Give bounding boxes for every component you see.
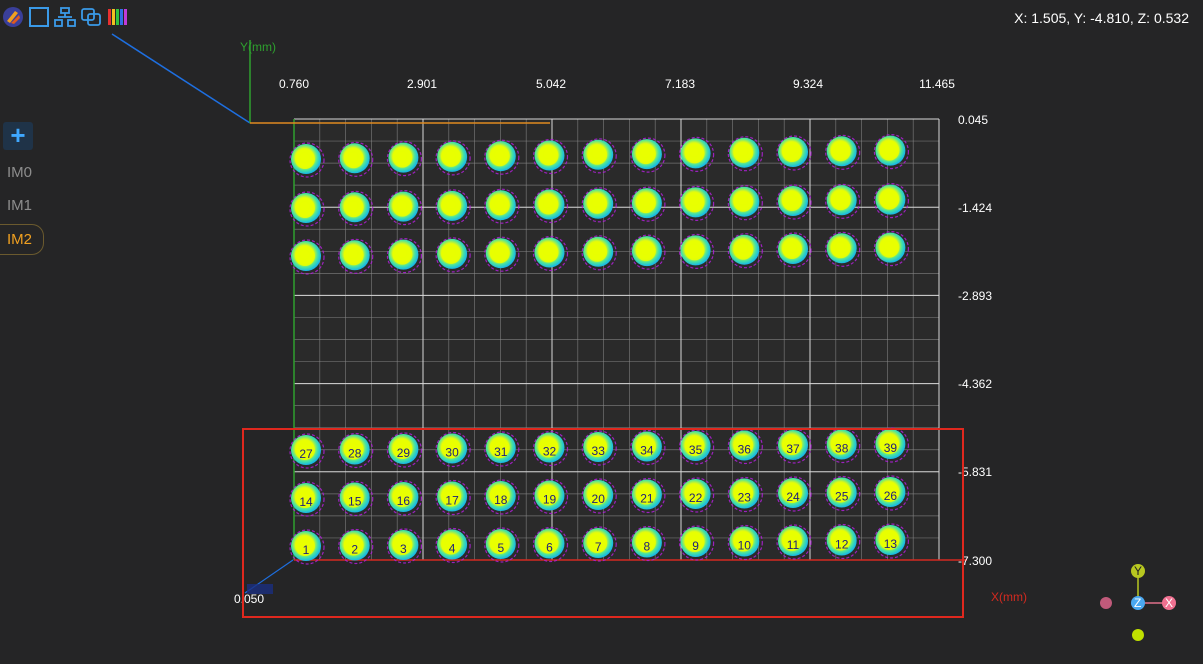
- dot-number-label: 38: [835, 442, 849, 456]
- x-tick-label: 0.760: [279, 77, 309, 91]
- dot-number-label: 35: [689, 443, 703, 457]
- dot-number-label: 26: [884, 489, 898, 503]
- dot-number-label: 10: [738, 539, 752, 553]
- point-cloud-viewport[interactable]: Y(mm) 0.760 2.901 5.042 7.183 9.324 11.465 0.…: [0, 0, 1203, 664]
- dot-number-label: 37: [786, 442, 800, 456]
- dot-number-label: 15: [348, 495, 362, 509]
- dot-number-label: 4: [449, 542, 456, 556]
- dot-number-label: 36: [738, 443, 752, 457]
- dot-number-label: 5: [497, 541, 504, 555]
- dot-number-label: 3: [400, 542, 407, 556]
- x-tick-label: 2.901: [407, 77, 437, 91]
- dot-number-label: 12: [835, 538, 849, 552]
- dot-number-label: 14: [299, 495, 313, 509]
- y-tick-label: 0.045: [958, 113, 988, 127]
- dot-number-label: 34: [640, 444, 654, 458]
- y-tick-label: -1.424: [958, 201, 992, 215]
- dot-number-label: 13: [884, 537, 898, 551]
- x-tick-label: 9.324: [793, 77, 823, 91]
- svg-text:X: X: [1165, 596, 1173, 610]
- dot-number-label: 22: [689, 491, 703, 505]
- gizmo-neg-y-icon[interactable]: [1132, 629, 1144, 641]
- dot-number-label: 16: [397, 494, 411, 508]
- dot-number-label: 1: [303, 543, 310, 557]
- dot-number-label: 21: [640, 492, 654, 506]
- svg-text:Y: Y: [1134, 564, 1142, 578]
- dot-number-label: 29: [397, 446, 411, 460]
- y-axis-label: Y(mm): [240, 40, 276, 54]
- dot-number-label: 32: [543, 445, 557, 459]
- dot-number-label: 30: [445, 446, 459, 460]
- dot-number-label: 27: [299, 447, 313, 461]
- dot-number-label: 6: [546, 541, 553, 555]
- dot-number-label: 28: [348, 447, 362, 461]
- dot-number-label: 24: [786, 490, 800, 504]
- x-tick-labels: 0.760 2.901 5.042 7.183 9.324 11.465: [279, 77, 955, 91]
- origin-label: 0.050: [234, 592, 264, 606]
- gizmo-neg-x-icon[interactable]: [1100, 597, 1112, 609]
- dot-number-label: 9: [692, 539, 699, 553]
- x-axis-label: X(mm): [991, 590, 1027, 604]
- x-tick-label: 7.183: [665, 77, 695, 91]
- y-tick-label: -4.362: [958, 377, 992, 391]
- dot-number-label: 19: [543, 493, 557, 507]
- dot-number-label: 17: [445, 494, 459, 508]
- view-projection-line: [111, 33, 251, 124]
- dot-number-label: 31: [494, 445, 508, 459]
- dot-number-label: 7: [595, 540, 602, 554]
- dot-number-label: 25: [835, 490, 849, 504]
- dot-number-label: 33: [592, 444, 606, 458]
- dot-number-label: 23: [738, 491, 752, 505]
- dot-number-label: 20: [592, 492, 606, 506]
- dot-number-label: 2: [351, 543, 358, 557]
- x-tick-label: 11.465: [919, 77, 955, 91]
- svg-text:Z: Z: [1134, 596, 1141, 610]
- y-tick-label: -2.893: [958, 289, 992, 303]
- axis-gizmo[interactable]: Y Z X: [1100, 564, 1176, 641]
- dot-number-label: 11: [787, 538, 800, 552]
- dot-number-label: 39: [884, 441, 898, 455]
- x-tick-label: 5.042: [536, 77, 566, 91]
- dot-number-label: 18: [494, 493, 508, 507]
- dot-number-label: 8: [644, 540, 651, 554]
